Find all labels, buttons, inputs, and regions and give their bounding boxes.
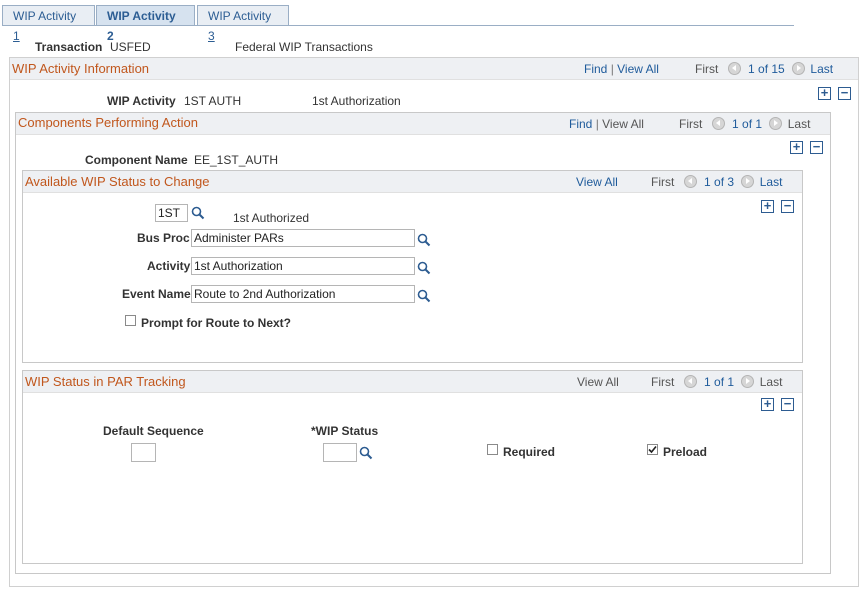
required-label: Required	[503, 445, 556, 459]
bus-proc-label: Bus Proc	[137, 231, 190, 245]
components-nav: Find | View All	[569, 117, 644, 131]
preload-checkbox[interactable]	[647, 444, 658, 455]
find-link[interactable]: Find	[569, 117, 592, 131]
tab-wip-activity-3[interactable]: WIP Activity 3	[197, 5, 289, 43]
activity-label: Activity	[147, 259, 191, 273]
wip-status-code-input[interactable]: 1ST	[155, 204, 188, 222]
add-row-icon[interactable]: +	[761, 397, 774, 411]
row-count: 1 of 1	[732, 117, 763, 131]
preload-label: Preload	[663, 445, 708, 459]
next-arrow-icon[interactable]	[769, 117, 783, 130]
par-tracking-nav: View All	[577, 375, 619, 389]
row-count: 1 of 15	[748, 62, 785, 76]
event-name-input[interactable]: Route to 2nd Authorization	[191, 285, 415, 303]
add-row-icon[interactable]: +	[790, 140, 803, 154]
bus-proc-input[interactable]: Administer PARs	[191, 229, 415, 247]
find-link[interactable]: Find	[584, 62, 607, 76]
last-label: Last	[759, 375, 783, 389]
tab-label: WIP Activity	[13, 9, 77, 23]
wip-activity-nav: Find | View All	[584, 62, 659, 76]
required-checkbox[interactable]	[487, 444, 498, 455]
first-label: First	[651, 175, 675, 189]
last-link[interactable]: Last	[810, 62, 833, 76]
wip-activity-description: 1st Authorization	[312, 94, 401, 108]
add-row-icon[interactable]: +	[818, 86, 831, 100]
checkmark-icon	[648, 445, 657, 454]
wip-activity-information-title: WIP Activity Information	[12, 61, 150, 76]
wip-status-description: 1st Authorized	[233, 211, 310, 225]
transaction-code: USFED	[110, 40, 151, 54]
wip-activity-pager: First 1 of 15 Last	[695, 62, 833, 76]
par-tracking-pager: First 1 of 1 Last	[651, 375, 782, 389]
component-name-label: Component Name	[85, 153, 188, 167]
wip-status-input[interactable]	[323, 443, 357, 462]
transaction-label: Transaction	[35, 40, 103, 54]
available-status-nav: View All	[576, 175, 618, 189]
row-count: 1 of 3	[704, 175, 735, 189]
component-name-value: EE_1ST_AUTH	[194, 153, 279, 167]
tab-label: WIP Activity 2	[107, 9, 176, 43]
prev-arrow-icon[interactable]	[711, 117, 725, 130]
wip-activity-code: 1ST AUTH	[184, 94, 242, 108]
search-icon[interactable]	[417, 289, 431, 303]
next-arrow-icon[interactable]	[741, 375, 755, 388]
search-icon[interactable]	[191, 206, 205, 220]
first-label: First	[679, 117, 703, 131]
delete-row-icon[interactable]: −	[781, 397, 794, 411]
tab-wip-activity-1[interactable]: WIP Activity 1	[2, 5, 95, 43]
tab-wip-activity-2[interactable]: WIP Activity 2	[96, 5, 195, 43]
search-icon[interactable]	[417, 261, 431, 275]
event-name-label: Event Name	[122, 287, 191, 301]
next-arrow-icon[interactable]	[741, 175, 755, 188]
prev-arrow-icon[interactable]	[727, 62, 741, 75]
default-sequence-input[interactable]	[131, 443, 156, 462]
last-label: Last	[787, 117, 811, 131]
components-pager: First 1 of 1 Last	[679, 117, 810, 131]
row-count: 1 of 1	[704, 375, 735, 389]
tab-accesskey: 1	[13, 29, 20, 43]
view-all-link[interactable]: View All	[576, 175, 618, 189]
components-title: Components Performing Action	[18, 115, 198, 130]
search-icon[interactable]	[359, 446, 373, 460]
view-all-label: View All	[602, 117, 644, 131]
add-row-icon[interactable]: +	[761, 199, 774, 213]
prev-arrow-icon[interactable]	[683, 375, 697, 388]
par-tracking-box	[22, 370, 803, 564]
tab-divider	[2, 25, 794, 26]
activity-input[interactable]: 1st Authorization	[191, 257, 415, 275]
available-status-title: Available WIP Status to Change	[25, 174, 210, 189]
first-label: First	[651, 375, 675, 389]
view-all-link[interactable]: View All	[617, 62, 659, 76]
available-status-pager: First 1 of 3 Last	[651, 175, 782, 189]
tab-accesskey: 3	[208, 29, 215, 43]
par-tracking-title: WIP Status in PAR Tracking	[25, 374, 186, 389]
default-sequence-label: Default Sequence	[103, 424, 204, 438]
delete-row-icon[interactable]: −	[810, 140, 823, 154]
wip-status-label: *WIP Status	[311, 424, 379, 438]
prompt-route-label: Prompt for Route to Next?	[141, 316, 291, 330]
delete-row-icon[interactable]: −	[838, 86, 851, 100]
prompt-route-checkbox[interactable]	[125, 315, 136, 326]
next-arrow-icon[interactable]	[792, 62, 806, 75]
tab-label: WIP Activity	[208, 9, 272, 23]
transaction-description: Federal WIP Transactions	[235, 40, 373, 54]
wip-activity-label: WIP Activity	[107, 94, 176, 108]
delete-row-icon[interactable]: −	[781, 199, 794, 213]
prev-arrow-icon[interactable]	[683, 175, 697, 188]
first-label: First	[695, 62, 719, 76]
search-icon[interactable]	[417, 233, 431, 247]
view-all-label: View All	[577, 375, 619, 389]
last-link[interactable]: Last	[760, 175, 783, 189]
